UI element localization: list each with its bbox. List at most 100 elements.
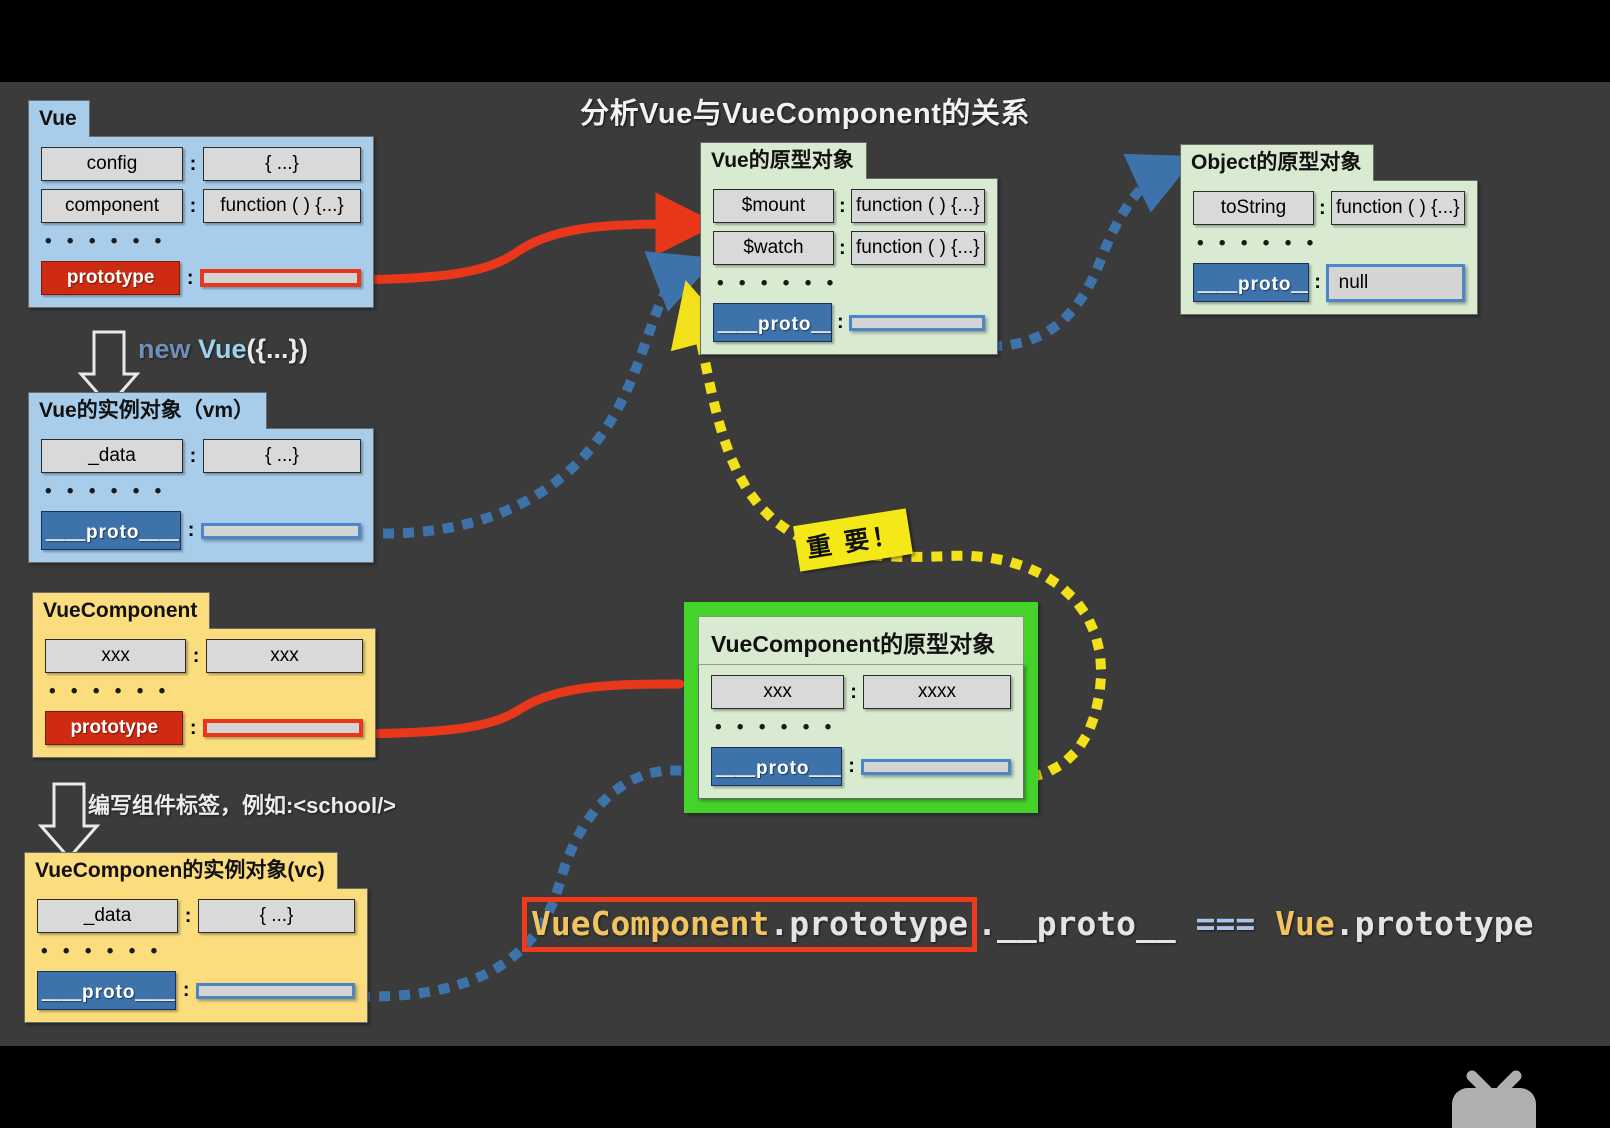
ellipsis: • • • • • •	[49, 681, 171, 703]
table-row: toString : function ( ) {...}	[1193, 191, 1465, 226]
field-value: { ...}	[197, 899, 355, 934]
table-row-proto: ＿＿proto＿＿ : null	[1193, 263, 1466, 303]
field-value: function ( ) {...}	[203, 189, 361, 224]
card-vuecomponent-constructor-title: VueComponent	[32, 592, 211, 630]
card-vue-constructor: Vue config : { ...} component : function…	[28, 100, 374, 309]
label-new-vue-ctor: Vue	[198, 334, 247, 364]
field-separator: :	[182, 979, 190, 1002]
link-vm-proto	[342, 251, 717, 539]
field-value-prototype	[202, 719, 363, 738]
field-key: _data	[41, 439, 183, 474]
field-key: xxx	[711, 675, 845, 709]
table-row-prototype: prototype :	[45, 711, 363, 746]
field-value-prototype	[199, 269, 361, 288]
link-vue-prototype	[325, 192, 719, 285]
field-key: _data	[37, 899, 179, 934]
card-vue-instance: Vue的实例对象（vm） _data : { ...} • • • • • • …	[28, 392, 374, 564]
field-key: config	[41, 147, 183, 182]
formula-prototype: .prototype	[769, 904, 969, 943]
card-object-prototype: Object的原型对象 toString : function ( ) {...…	[1180, 144, 1478, 316]
field-value-proto	[848, 314, 985, 331]
table-row-proto: ＿＿proto＿＿ :	[713, 303, 985, 343]
field-value: { ...}	[203, 147, 361, 182]
table-row: _data : { ...}	[41, 439, 361, 474]
card-vuecomponent-prototype-body: xxx : xxxx • • • • • • ＿＿proto＿＿ :	[698, 664, 1024, 799]
field-key-proto: ＿＿proto＿＿	[711, 747, 843, 786]
field-separator: :	[192, 644, 200, 667]
card-vue-instance-body: _data : { ...} • • • • • • ＿＿proto＿＿ :	[28, 428, 374, 564]
table-row: _data : { ...}	[37, 899, 355, 934]
formula-equals: ===	[1195, 904, 1256, 943]
ellipsis: • • • • • •	[715, 717, 837, 738]
field-value: function ( ) {...}	[850, 189, 985, 224]
field-value: function ( ) {...}	[850, 231, 985, 266]
field-separator: :	[1314, 271, 1321, 294]
field-separator: :	[837, 311, 844, 334]
table-row-prototype: prototype :	[41, 261, 361, 296]
field-value: xxxx	[862, 675, 1012, 709]
field-key-proto: ＿＿proto＿＿	[37, 971, 177, 1011]
important-badge: 重 要！	[793, 508, 913, 572]
formula-proto: .__proto__	[977, 904, 1176, 943]
diagram-canvas: 分析Vue与VueComponent的关系 Vue config: {...…	[0, 82, 1610, 1128]
field-separator: :	[1318, 196, 1326, 219]
card-vue-instance-title: Vue的实例对象（vm）	[28, 392, 268, 430]
field-separator: :	[189, 152, 197, 175]
card-vuecomponent-constructor-body: xxx : xxx • • • • • • prototype :	[32, 628, 376, 759]
ellipsis: • • • • • •	[45, 481, 167, 503]
field-separator: :	[189, 194, 197, 217]
field-separator: :	[189, 444, 197, 467]
letterbox-top	[0, 0, 1610, 82]
formula-boxed-expression: VueComponent.prototype	[522, 897, 978, 952]
ellipsis: • • • • • •	[717, 273, 839, 295]
field-value-proto	[195, 982, 355, 999]
formula-vuecomponent: VueComponent	[531, 904, 770, 943]
field-separator: :	[848, 755, 855, 777]
field-value-proto	[860, 758, 1011, 775]
field-key-proto: ＿＿proto＿＿	[713, 303, 833, 343]
ellipsis: • • • • • •	[45, 231, 167, 253]
ellipsis: • • • • • •	[1197, 233, 1319, 255]
field-separator: :	[189, 716, 197, 739]
formula-vue: Vue	[1275, 904, 1335, 943]
card-object-prototype-title: Object的原型对象	[1180, 144, 1375, 182]
field-value: xxx	[205, 639, 363, 674]
card-vuecomponent-instance: VueComponen的实例对象(vc) _data : { ...} • • …	[24, 852, 368, 1024]
bilibili-watermark-icon	[1452, 1070, 1536, 1128]
formula-vue-prototype: .prototype	[1334, 904, 1534, 943]
field-value-proto	[200, 522, 361, 539]
card-vue-constructor-title: Vue	[28, 100, 90, 138]
screenshot-root: 分析Vue与VueComponent的关系 Vue config: {...…	[0, 0, 1610, 1128]
table-row: $watch : function ( ) {...}	[713, 231, 985, 266]
table-row: xxx : xxxx	[711, 675, 1012, 709]
formula-statement: VueComponent.prototype .__proto__ === Vue…	[522, 897, 1534, 952]
field-key: xxx	[45, 639, 187, 674]
card-vue-constructor-body: config : { ...} component : function ( )…	[28, 136, 374, 309]
field-key: $mount	[713, 189, 834, 224]
field-separator: :	[186, 266, 194, 289]
table-row: component : function ( ) {...}	[41, 189, 361, 224]
table-row: $mount : function ( ) {...}	[713, 189, 985, 224]
table-row-proto: ＿＿proto＿＿ :	[711, 747, 1011, 786]
link-vc-proto	[338, 765, 707, 1002]
field-key-proto: ＿＿proto＿＿	[1193, 263, 1310, 303]
field-value: { ...}	[203, 439, 361, 474]
card-vuecomponent-instance-title: VueComponen的实例对象(vc)	[24, 852, 338, 890]
card-vuecomponent-constructor: VueComponent xxx : xxx • • • • • • proto…	[32, 592, 376, 759]
label-new-vue-keyword: new	[138, 334, 199, 364]
field-key-prototype: prototype	[45, 711, 184, 746]
table-row-proto: ＿＿proto＿＿ :	[37, 971, 355, 1011]
link-vueproto-to-objproto	[990, 153, 1196, 352]
field-key: toString	[1193, 191, 1314, 226]
field-value: function ( ) {...}	[1330, 191, 1465, 226]
card-vuecomponent-instance-body: _data : { ...} • • • • • • ＿＿proto＿＿ :	[24, 888, 368, 1024]
field-separator: :	[187, 519, 195, 542]
field-key-proto: ＿＿proto＿＿	[41, 511, 182, 551]
highlight-vuecomponent-prototype: VueComponent的原型对象 xxx : xxxx • • • • • •…	[684, 602, 1038, 813]
card-vuecomponent-prototype: VueComponent的原型对象 xxx : xxxx • • • • • •…	[698, 616, 1024, 799]
link-vuecomponent-prototype	[327, 679, 685, 739]
field-separator: :	[850, 680, 857, 703]
label-new-vue-args: ({...})	[246, 334, 309, 364]
card-object-prototype-body: toString : function ( ) {...} • • • • • …	[1180, 180, 1478, 316]
ellipsis: • • • • • •	[41, 941, 163, 963]
